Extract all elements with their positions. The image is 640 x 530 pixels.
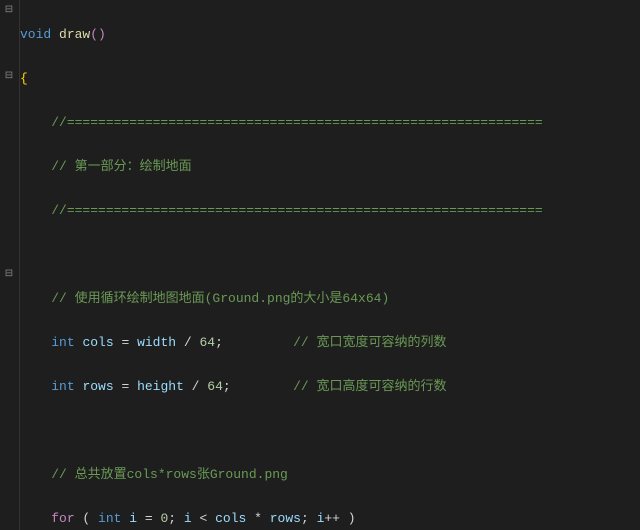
keyword-control: for xyxy=(51,511,74,526)
code-line: // 第一部分：绘制地面 xyxy=(20,156,640,178)
comment: // 总共放置cols*rows张Ground.png xyxy=(51,467,288,482)
blank xyxy=(20,247,28,262)
code-line xyxy=(20,420,640,442)
comment: // 宽口宽度可容纳的列数 xyxy=(293,335,446,350)
code-line xyxy=(20,244,640,266)
code-editor[interactable]: void draw() { //========================… xyxy=(20,2,640,530)
identifier: cols xyxy=(215,511,246,526)
code-line: void draw() xyxy=(20,24,640,46)
identifier: i xyxy=(184,511,192,526)
comment: //======================================… xyxy=(51,115,542,130)
identifier: rows xyxy=(270,511,301,526)
code-line: int cols = width / 64; // 宽口宽度可容纳的列数 xyxy=(20,332,640,354)
function-name: draw xyxy=(59,27,90,42)
code-line: // 总共放置cols*rows张Ground.png xyxy=(20,464,640,486)
code-line: for ( int i = 0; i < cols * rows; i++ ) xyxy=(20,508,640,530)
keyword-type: void xyxy=(20,27,51,42)
identifier: rows xyxy=(82,379,113,394)
semicolon: ; xyxy=(223,379,231,394)
fold-gutter: ⊟ ⊟ ⊟ xyxy=(0,0,20,530)
code-line: int rows = height / 64; // 宽口高度可容纳的行数 xyxy=(20,376,640,398)
keyword-type: int xyxy=(98,511,121,526)
number: 64 xyxy=(199,335,215,350)
pad xyxy=(231,379,293,394)
keyword-type: int xyxy=(51,335,74,350)
keyword-type: int xyxy=(51,379,74,394)
identifier: i xyxy=(129,511,137,526)
comment: // 宽口高度可容纳的行数 xyxy=(293,379,446,394)
paren-open: ( xyxy=(75,511,98,526)
fold-toggle-icon[interactable]: ⊟ xyxy=(3,71,15,83)
operator: = xyxy=(114,335,137,350)
paren: () xyxy=(90,27,106,42)
operator: ++ xyxy=(324,511,340,526)
code-line: //======================================… xyxy=(20,112,640,134)
comment: // 第一部分：绘制地面 xyxy=(51,159,191,174)
semicolon: ; xyxy=(168,511,184,526)
semicolon: ; xyxy=(301,511,317,526)
comment: // 使用循环绘制地图地面(Ground.png的大小是64x64) xyxy=(51,291,389,306)
operator: < xyxy=(192,511,215,526)
operator: * xyxy=(246,511,269,526)
identifier: height xyxy=(137,379,184,394)
operator: / xyxy=(176,335,199,350)
semicolon: ; xyxy=(215,335,223,350)
code-line: { xyxy=(20,68,640,90)
code-line: // 使用循环绘制地图地面(Ground.png的大小是64x64) xyxy=(20,288,640,310)
operator: = xyxy=(114,379,137,394)
operator: = xyxy=(137,511,160,526)
fold-toggle-icon[interactable]: ⊟ xyxy=(3,5,15,17)
number: 64 xyxy=(207,379,223,394)
identifier: width xyxy=(137,335,176,350)
pad xyxy=(223,335,293,350)
paren-close: ) xyxy=(340,511,356,526)
brace-open: { xyxy=(20,71,28,86)
code-line: //======================================… xyxy=(20,200,640,222)
fold-toggle-icon[interactable]: ⊟ xyxy=(3,269,15,281)
blank xyxy=(20,423,28,438)
identifier: cols xyxy=(82,335,113,350)
comment: //======================================… xyxy=(51,203,542,218)
operator: / xyxy=(184,379,207,394)
